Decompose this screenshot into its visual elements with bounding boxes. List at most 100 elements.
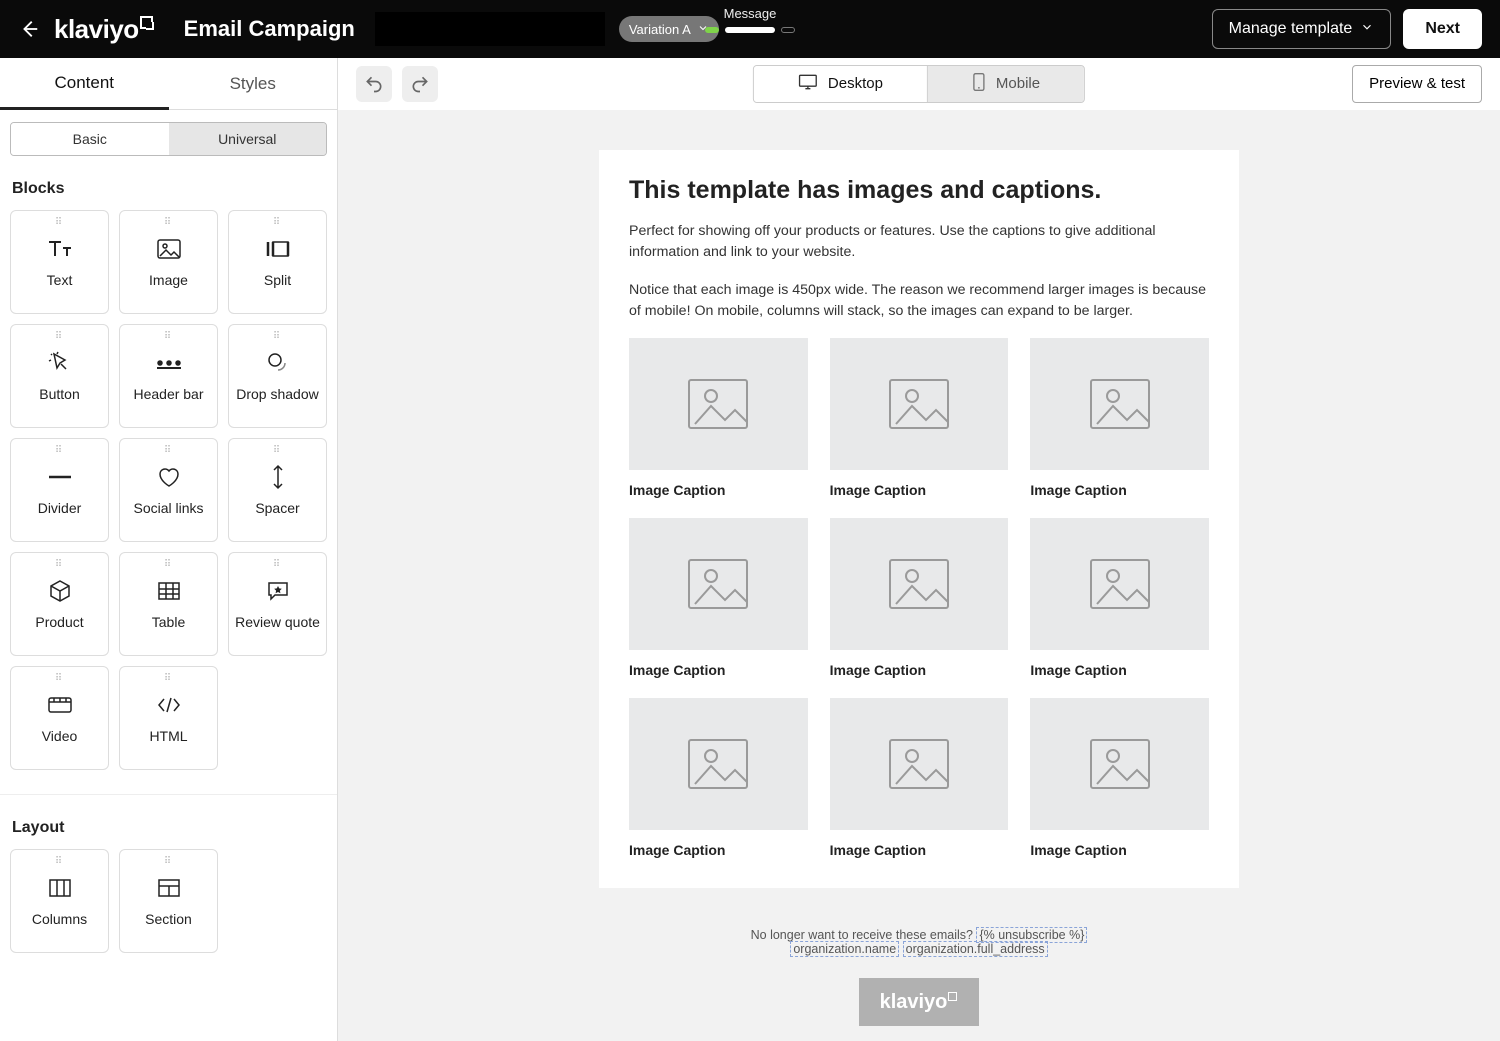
image-placeholder-icon: [830, 698, 1009, 830]
image-placeholder-icon: [629, 338, 808, 470]
drag-handle-icon: ⠿: [164, 335, 173, 339]
block-button[interactable]: ⠿ Button: [10, 324, 109, 428]
image-caption[interactable]: Image Caption: [830, 662, 1009, 678]
image-cell[interactable]: Image Caption: [1030, 698, 1209, 858]
variation-dropdown[interactable]: Variation A: [619, 16, 719, 42]
table-icon: [157, 578, 181, 604]
device-desktop-button[interactable]: Desktop: [754, 66, 928, 102]
preview-test-button[interactable]: Preview & test: [1352, 65, 1482, 103]
image-cell[interactable]: Image Caption: [830, 698, 1009, 858]
manage-template-label: Manage template: [1229, 20, 1353, 38]
block-review-quote[interactable]: ⠿ Review quote: [228, 552, 327, 656]
tab-content[interactable]: Content: [0, 58, 169, 110]
block-product[interactable]: ⠿ Product: [10, 552, 109, 656]
image-cell[interactable]: Image Caption: [1030, 518, 1209, 678]
email-body[interactable]: This template has images and captions. P…: [599, 150, 1239, 888]
block-label: Header bar: [133, 386, 203, 402]
sidebar-subtabs: Basic Universal: [10, 122, 327, 156]
image-caption[interactable]: Image Caption: [1030, 662, 1209, 678]
image-cell[interactable]: Image Caption: [629, 698, 808, 858]
block-header-bar[interactable]: ⠿ Header bar: [119, 324, 218, 428]
block-image[interactable]: ⠿ Image: [119, 210, 218, 314]
box-icon: [48, 578, 72, 604]
campaign-name-redacted: [375, 12, 605, 46]
block-text[interactable]: ⠿ Text: [10, 210, 109, 314]
drag-handle-icon: ⠿: [55, 449, 64, 453]
email-paragraph-2[interactable]: Notice that each image is 450px wide. Th…: [629, 280, 1209, 323]
block-label: Product: [35, 614, 83, 630]
block-label: Button: [39, 386, 79, 402]
tab-styles[interactable]: Styles: [169, 58, 338, 110]
image-cell[interactable]: Image Caption: [1030, 338, 1209, 498]
image-caption[interactable]: Image Caption: [830, 482, 1009, 498]
block-split[interactable]: ⠿ Split: [228, 210, 327, 314]
split-icon: [265, 236, 291, 262]
blocks-heading: Blocks: [0, 156, 337, 210]
header-bar-icon: [155, 350, 183, 376]
drag-handle-icon: ⠿: [55, 221, 64, 225]
back-button[interactable]: [18, 18, 40, 40]
subtab-universal[interactable]: Universal: [169, 123, 327, 155]
image-caption[interactable]: Image Caption: [629, 482, 808, 498]
block-label: HTML: [149, 728, 187, 744]
email-canvas[interactable]: This template has images and captions. P…: [338, 110, 1500, 1041]
block-table[interactable]: ⠿ Table: [119, 552, 218, 656]
powered-by-klaviyo[interactable]: klaviyo: [859, 978, 979, 1026]
subtab-basic[interactable]: Basic: [11, 123, 169, 155]
heart-icon: [157, 464, 181, 490]
drag-handle-icon: ⠿: [164, 860, 173, 864]
block-html[interactable]: ⠿ HTML: [119, 666, 218, 770]
mobile-icon: [972, 72, 986, 96]
image-cell[interactable]: Image Caption: [629, 518, 808, 678]
drag-handle-icon: ⠿: [273, 335, 282, 339]
image-icon: [156, 236, 182, 262]
block-label: Text: [47, 272, 73, 288]
image-cell[interactable]: Image Caption: [629, 338, 808, 498]
device-mobile-button[interactable]: Mobile: [928, 66, 1084, 102]
mobile-label: Mobile: [996, 75, 1040, 92]
org-name-tag[interactable]: organization.name: [790, 941, 899, 957]
wizard-step-indicator: Message: [705, 6, 795, 33]
block-divider[interactable]: ⠿ Divider: [10, 438, 109, 542]
image-placeholder-icon: [830, 338, 1009, 470]
columns-icon: [48, 875, 72, 901]
email-paragraph-1[interactable]: Perfect for showing off your products or…: [629, 221, 1209, 264]
campaign-title: Email Campaign: [184, 16, 355, 42]
device-toggle: Desktop Mobile: [753, 65, 1085, 103]
block-social-links[interactable]: ⠿ Social links: [119, 438, 218, 542]
block-spacer[interactable]: ⠿ Spacer: [228, 438, 327, 542]
image-caption[interactable]: Image Caption: [830, 842, 1009, 858]
image-cell[interactable]: Image Caption: [830, 338, 1009, 498]
image-placeholder-icon: [629, 698, 808, 830]
block-label: Image: [149, 272, 188, 288]
block-label: Video: [42, 728, 78, 744]
image-grid: Image Caption Image Caption Image Captio…: [629, 338, 1209, 858]
manage-template-button[interactable]: Manage template: [1212, 9, 1392, 49]
block-drop-shadow[interactable]: ⠿ Drop shadow: [228, 324, 327, 428]
next-button[interactable]: Next: [1403, 9, 1482, 49]
drag-handle-icon: ⠿: [55, 677, 64, 681]
spacer-icon: [270, 464, 286, 490]
redo-button[interactable]: [402, 66, 438, 102]
layout-columns[interactable]: ⠿ Columns: [10, 849, 109, 953]
email-heading[interactable]: This template has images and captions.: [629, 176, 1209, 205]
email-footer-text[interactable]: No longer want to receive these emails? …: [599, 928, 1239, 956]
image-caption[interactable]: Image Caption: [1030, 482, 1209, 498]
block-label: Drop shadow: [236, 386, 319, 402]
drag-handle-icon: ⠿: [55, 335, 64, 339]
klaviyo-logo: klaviyo: [54, 14, 154, 45]
section-icon: [157, 875, 181, 901]
image-caption[interactable]: Image Caption: [1030, 842, 1209, 858]
cursor-icon: [48, 350, 72, 376]
undo-button[interactable]: [356, 66, 392, 102]
image-caption[interactable]: Image Caption: [629, 842, 808, 858]
drag-handle-icon: ⠿: [55, 563, 64, 567]
image-caption[interactable]: Image Caption: [629, 662, 808, 678]
divider-icon: [47, 464, 73, 490]
image-cell[interactable]: Image Caption: [830, 518, 1009, 678]
block-video[interactable]: ⠿ Video: [10, 666, 109, 770]
layout-section[interactable]: ⠿ Section: [119, 849, 218, 953]
logo-text: klaviyo: [54, 14, 139, 45]
block-label: Table: [152, 614, 185, 630]
org-address-tag[interactable]: organization.full_address: [903, 941, 1048, 957]
